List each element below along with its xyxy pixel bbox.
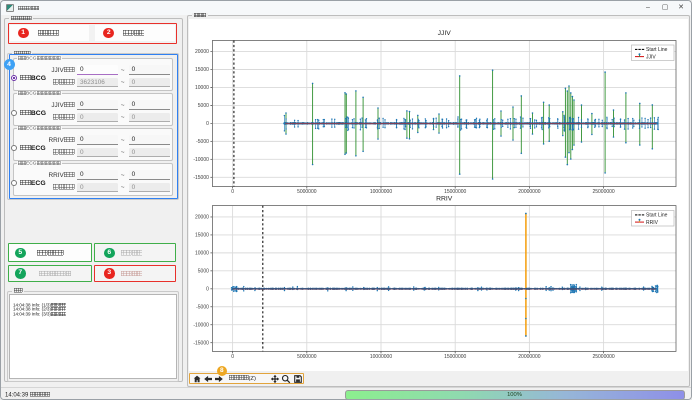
svg-text:-15000: -15000 xyxy=(193,340,209,346)
svg-text:RRIV: RRIV xyxy=(646,220,659,226)
svg-text:-10000: -10000 xyxy=(193,322,209,328)
svg-text:15000000: 15000000 xyxy=(444,354,466,360)
svg-text:5000000: 5000000 xyxy=(297,354,317,360)
svg-text:JJIV: JJIV xyxy=(646,54,656,60)
svg-text:10000000: 10000000 xyxy=(369,354,391,360)
svg-text:10000000: 10000000 xyxy=(369,189,391,195)
svg-text:25000000: 25000000 xyxy=(592,354,614,360)
svg-text:RRIV: RRIV xyxy=(436,195,453,202)
svg-text:0: 0 xyxy=(206,287,209,293)
svg-text:0: 0 xyxy=(231,354,234,360)
svg-text:5000: 5000 xyxy=(197,103,208,109)
svg-text:15000: 15000 xyxy=(194,67,208,73)
svg-text:Start Line: Start Line xyxy=(646,213,668,219)
svg-text:Start Line: Start Line xyxy=(646,47,668,53)
svg-text:15000000: 15000000 xyxy=(444,189,466,195)
svg-text:10000: 10000 xyxy=(194,85,208,91)
svg-text:-5000: -5000 xyxy=(196,304,209,310)
svg-text:-5000: -5000 xyxy=(196,139,209,145)
svg-text:20000000: 20000000 xyxy=(518,354,540,360)
svg-text:0: 0 xyxy=(231,189,234,195)
svg-text:10000: 10000 xyxy=(194,251,208,257)
svg-text:15000: 15000 xyxy=(194,233,208,239)
svg-text:JJIV: JJIV xyxy=(437,30,451,37)
svg-text:5000: 5000 xyxy=(197,269,208,275)
svg-text:-15000: -15000 xyxy=(193,175,209,181)
svg-text:20000000: 20000000 xyxy=(518,189,540,195)
svg-text:20000: 20000 xyxy=(194,49,208,55)
svg-text:0: 0 xyxy=(206,121,209,127)
svg-text:25000000: 25000000 xyxy=(592,189,614,195)
svg-text:-10000: -10000 xyxy=(193,157,209,163)
svg-text:20000: 20000 xyxy=(194,215,208,221)
svg-text:5000000: 5000000 xyxy=(297,189,317,195)
